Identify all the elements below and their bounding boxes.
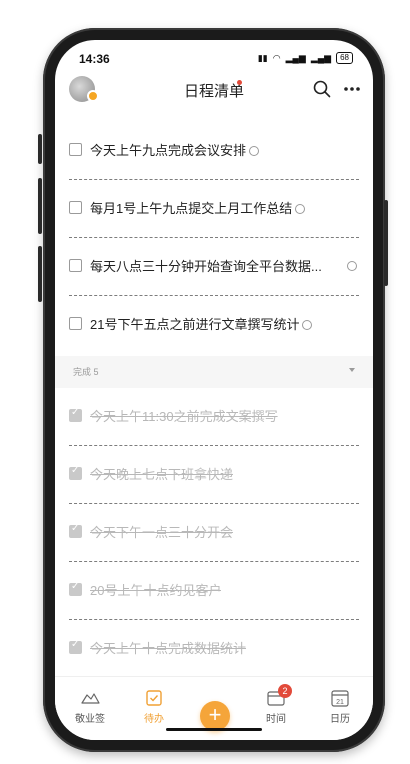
- task-text: 今天上午十点完成数据统计: [90, 641, 247, 656]
- completed-task-item[interactable]: 今天上午11:30之前完成文案撰写: [69, 388, 359, 446]
- task-checkbox[interactable]: [69, 201, 82, 214]
- signal-strength-icon: ▂▄▆: [310, 52, 332, 63]
- completed-task-item[interactable]: 20号上午十点约见客户: [69, 562, 359, 620]
- task-text: 每天八点三十分钟开始查询全平台数据...: [90, 259, 322, 274]
- task-item[interactable]: 21号下午五点之前进行文章撰写统计: [69, 296, 359, 354]
- more-horizontal-icon[interactable]: [342, 80, 362, 98]
- task-item[interactable]: 每月1号上午九点提交上月工作总结: [69, 180, 359, 238]
- calendar-icon: 21: [331, 690, 349, 707]
- completed-task-item[interactable]: 今天上午十点完成数据统计: [69, 620, 359, 678]
- status-icons: ▮▮ ◠ ▂▄▆ ▂▄▆ 68: [258, 52, 353, 64]
- cloud-icon: [81, 693, 100, 704]
- wifi-icon: ◠: [272, 52, 281, 63]
- task-checkbox[interactable]: [69, 465, 82, 480]
- task-checkbox[interactable]: [69, 639, 82, 654]
- status-time: 14:36: [79, 52, 110, 66]
- task-checkbox[interactable]: [69, 317, 82, 330]
- add-task-button[interactable]: +: [200, 701, 230, 731]
- task-text: 今天下午一点三十分开会: [90, 525, 234, 540]
- signal-strength-icon: ▂▄▆: [285, 52, 306, 63]
- completed-task-item[interactable]: 今天晚上七点下班拿快递: [69, 446, 359, 504]
- task-checkbox[interactable]: [69, 259, 82, 272]
- tab-label: 敬业签: [75, 714, 105, 725]
- tab-calendar[interactable]: 21 日历: [315, 689, 365, 725]
- task-text: 20号上午十点约见客户: [90, 583, 222, 598]
- tab-todo[interactable]: 待办: [129, 689, 179, 725]
- clock-icon: [295, 203, 306, 214]
- task-text: 今天上午11:30之前完成文案撰写: [90, 409, 278, 424]
- clock-icon: [249, 145, 260, 156]
- todo-check-icon: [146, 690, 162, 706]
- clock-icon: [302, 319, 313, 330]
- task-text: 今天上午九点完成会议安排: [90, 140, 260, 159]
- search-icon[interactable]: [313, 80, 331, 98]
- task-checkbox[interactable]: [69, 523, 82, 538]
- phone-side-button: [384, 200, 388, 286]
- task-item[interactable]: 每天八点三十分钟开始查询全平台数据...: [69, 238, 359, 296]
- task-list: 今天上午九点完成会议安排 每月1号上午九点提交上月工作总结 每天八点三十分钟开始…: [55, 122, 373, 678]
- tab-jingyeqian[interactable]: 敬业签: [65, 689, 115, 725]
- home-indicator: [166, 728, 262, 731]
- task-text: 每月1号上午九点提交上月工作总结: [90, 198, 306, 217]
- task-checkbox[interactable]: [69, 581, 82, 596]
- svg-text:21: 21: [336, 699, 344, 706]
- done-section-header[interactable]: 完成 5: [55, 356, 373, 388]
- task-text: 21号下午五点之前进行文章撰写统计: [90, 314, 313, 333]
- task-item[interactable]: 今天上午九点完成会议安排: [69, 122, 359, 180]
- battery-icon: 68: [336, 52, 353, 64]
- header: 日程清单: [55, 74, 373, 118]
- task-checkbox[interactable]: [69, 407, 82, 422]
- status-bar: 14:36 ▮▮ ◠ ▂▄▆ ▂▄▆ 68: [55, 40, 373, 74]
- notification-dot: [237, 80, 242, 85]
- phone-side-button: [38, 246, 42, 302]
- caret-down-icon[interactable]: [349, 368, 355, 372]
- app-screen: 14:36 ▮▮ ◠ ▂▄▆ ▂▄▆ 68 日程清单 今天上午九点完成会议安排: [55, 40, 373, 740]
- tab-label: 待办: [144, 714, 164, 725]
- task-checkbox[interactable]: [69, 143, 82, 156]
- completed-task-item[interactable]: 今天下午一点三十分开会: [69, 504, 359, 562]
- phone-side-button: [38, 178, 42, 234]
- notification-badge: 2: [278, 684, 292, 698]
- signal-icon: ▮▮: [257, 52, 268, 63]
- done-section-label: 完成 5: [73, 367, 99, 377]
- tab-label: 时间: [266, 714, 286, 725]
- tab-time[interactable]: 2 时间: [251, 684, 301, 725]
- clock-icon: [347, 261, 357, 271]
- phone-side-button: [38, 134, 42, 164]
- task-text: 今天晚上七点下班拿快递: [90, 467, 234, 482]
- tab-label: 日历: [330, 714, 350, 725]
